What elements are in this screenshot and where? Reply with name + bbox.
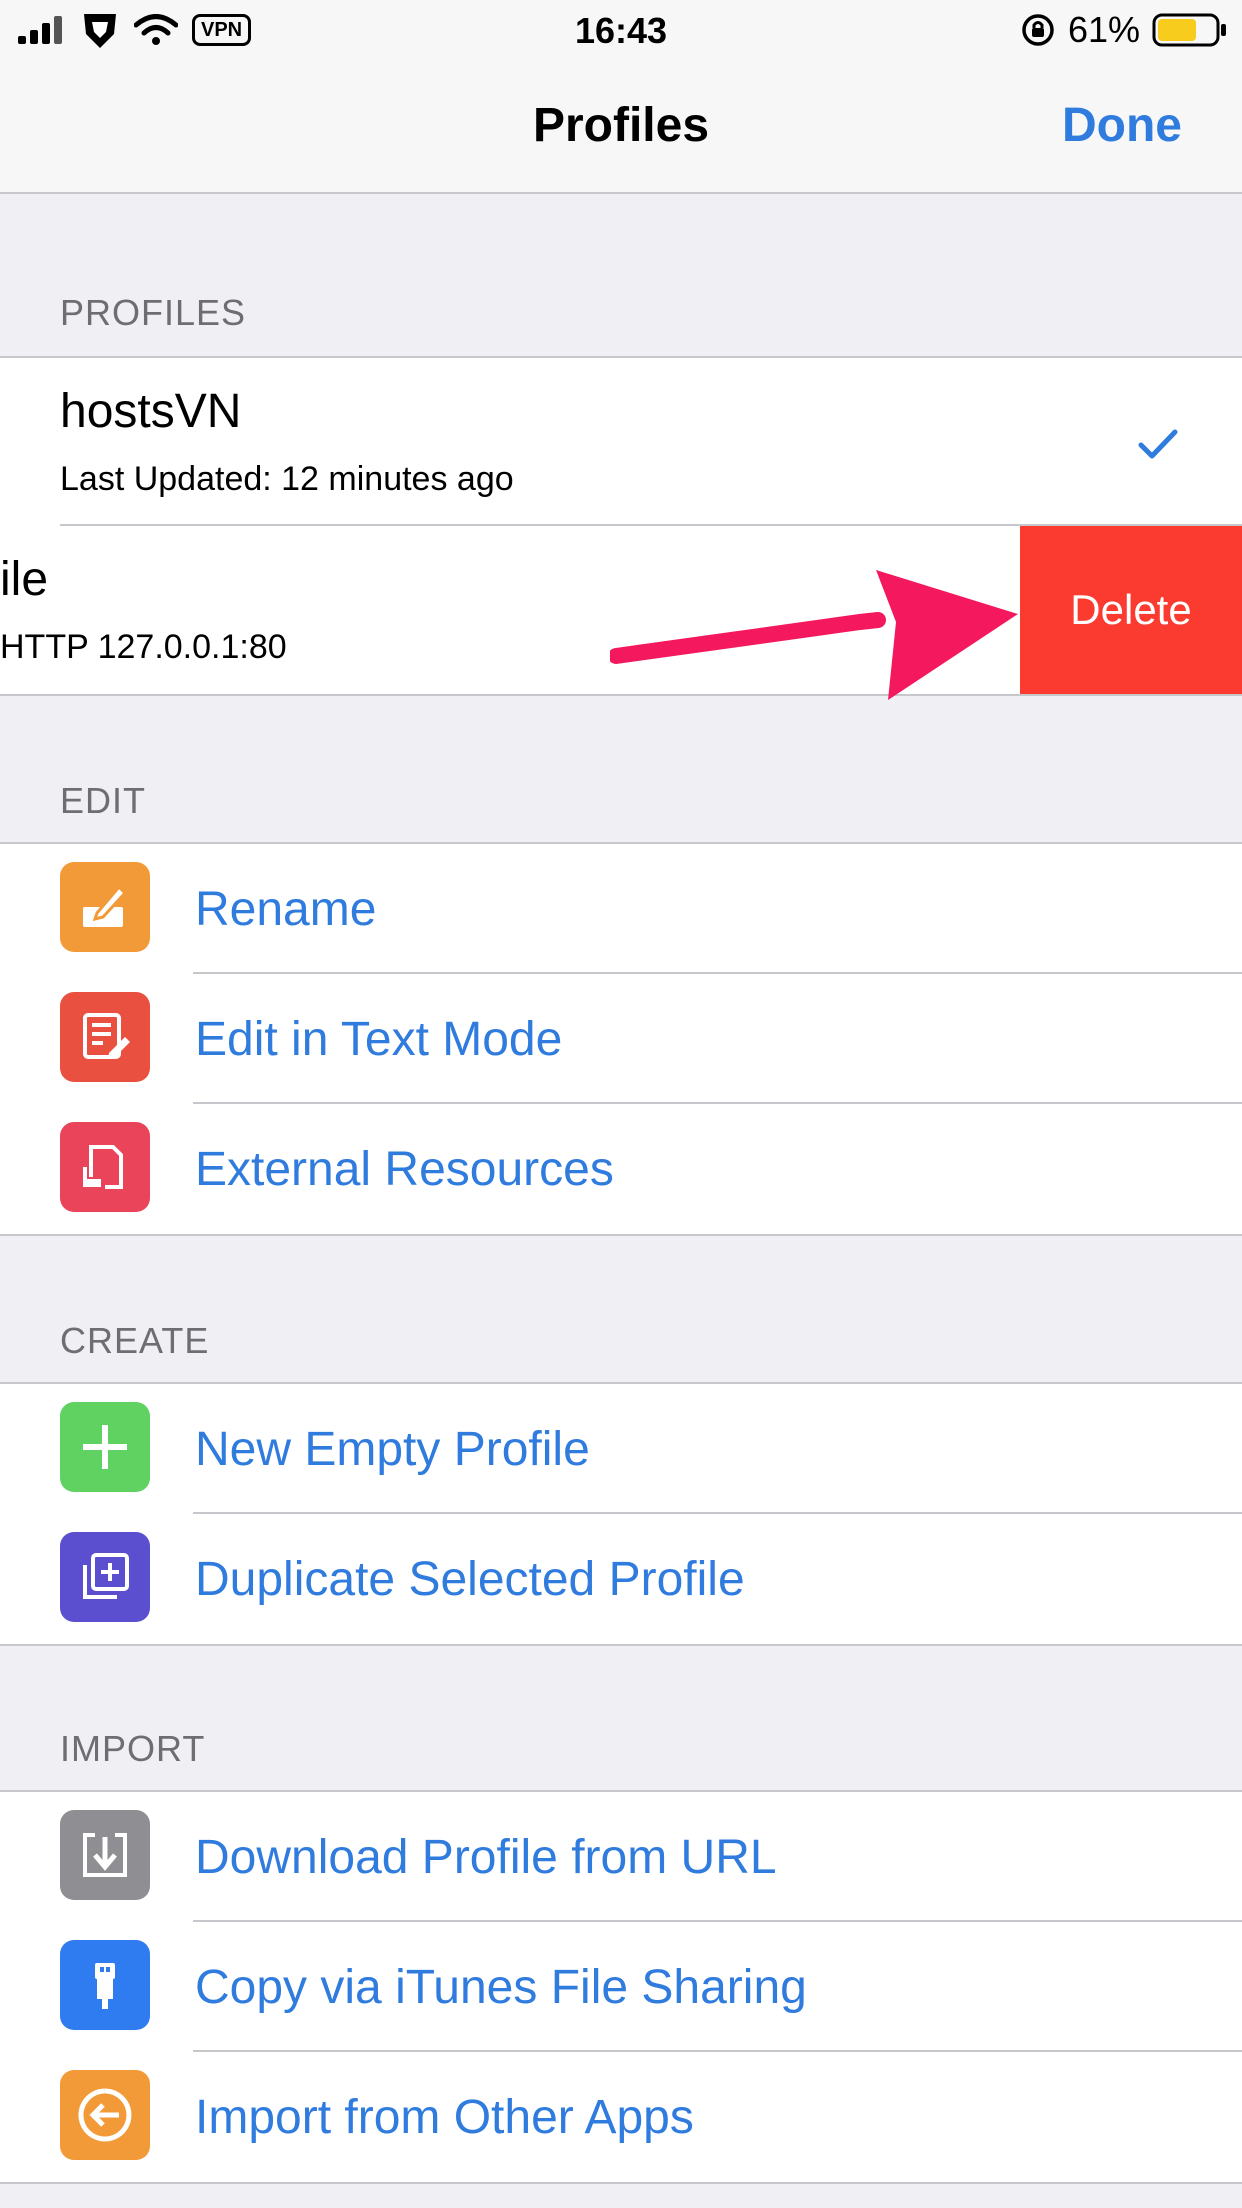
orientation-lock-icon xyxy=(1022,14,1054,46)
delete-button[interactable]: Delete xyxy=(1020,526,1242,694)
profile-subtitle: HTTP 127.0.0.1:80 xyxy=(0,628,287,666)
status-right: 61% xyxy=(1020,8,1228,52)
create-group: New Empty Profile Duplicate Selected Pro… xyxy=(0,1382,1242,1646)
duplicate-icon xyxy=(60,1532,150,1622)
section-header-create: CREATE xyxy=(60,1320,210,1361)
usb-icon xyxy=(60,1940,150,2030)
battery-percent: 61% xyxy=(1067,9,1140,50)
pencil-icon xyxy=(60,862,150,952)
import-other-apps-row[interactable]: Import from Other Apps xyxy=(0,2052,1242,2182)
page-title: Profiles xyxy=(532,99,710,152)
import-group: Download Profile from URL Copy via iTune… xyxy=(0,1790,1242,2184)
external-resources-label: External Resources xyxy=(195,1143,614,1196)
battery-icon xyxy=(1152,13,1226,47)
edit-text-mode-row[interactable]: Edit in Text Mode xyxy=(0,974,1242,1104)
download-profile-label: Download Profile from URL xyxy=(195,1831,777,1884)
new-empty-profile-row[interactable]: New Empty Profile xyxy=(0,1384,1242,1514)
profile-row-selected[interactable]: hostsVN Last Updated: 12 minutes ago xyxy=(0,358,1242,526)
document-edit-icon xyxy=(60,992,150,1082)
duplicate-profile-row[interactable]: Duplicate Selected Profile xyxy=(0,1514,1242,1644)
rename-row[interactable]: Rename xyxy=(0,844,1242,974)
plus-icon xyxy=(60,1402,150,1492)
profile-title: hostsVN xyxy=(60,385,242,438)
edit-text-mode-label: Edit in Text Mode xyxy=(195,1013,563,1066)
itunes-sharing-row[interactable]: Copy via iTunes File Sharing xyxy=(0,1922,1242,2052)
section-header-import: IMPORT xyxy=(60,1728,206,1769)
section-header-profiles: PROFILES xyxy=(60,292,247,333)
download-icon xyxy=(60,1810,150,1900)
checkmark-icon xyxy=(1138,429,1178,459)
external-resources-icon xyxy=(60,1122,150,1212)
edit-group: Rename Edit in Text Mode External Resour… xyxy=(0,842,1242,1236)
status-bar: VPN 16:43 61% xyxy=(0,0,1242,62)
new-empty-profile-label: New Empty Profile xyxy=(195,1423,590,1476)
import-arrow-icon xyxy=(60,2070,150,2160)
profile-subtitle: Last Updated: 12 minutes ago xyxy=(60,460,514,498)
duplicate-profile-label: Duplicate Selected Profile xyxy=(195,1553,745,1606)
import-other-apps-label: Import from Other Apps xyxy=(195,2091,694,2144)
external-resources-row[interactable]: External Resources xyxy=(0,1104,1242,1234)
section-header-edit: EDIT xyxy=(60,780,147,821)
rename-label: Rename xyxy=(195,883,377,936)
navigation-bar: Profiles Done xyxy=(0,62,1242,194)
done-button[interactable]: Done xyxy=(1062,98,1182,153)
annotation-arrow-icon xyxy=(610,570,1018,700)
download-profile-row[interactable]: Download Profile from URL xyxy=(0,1792,1242,1922)
profile-title: ile xyxy=(0,553,49,606)
itunes-sharing-label: Copy via iTunes File Sharing xyxy=(195,1961,807,2014)
